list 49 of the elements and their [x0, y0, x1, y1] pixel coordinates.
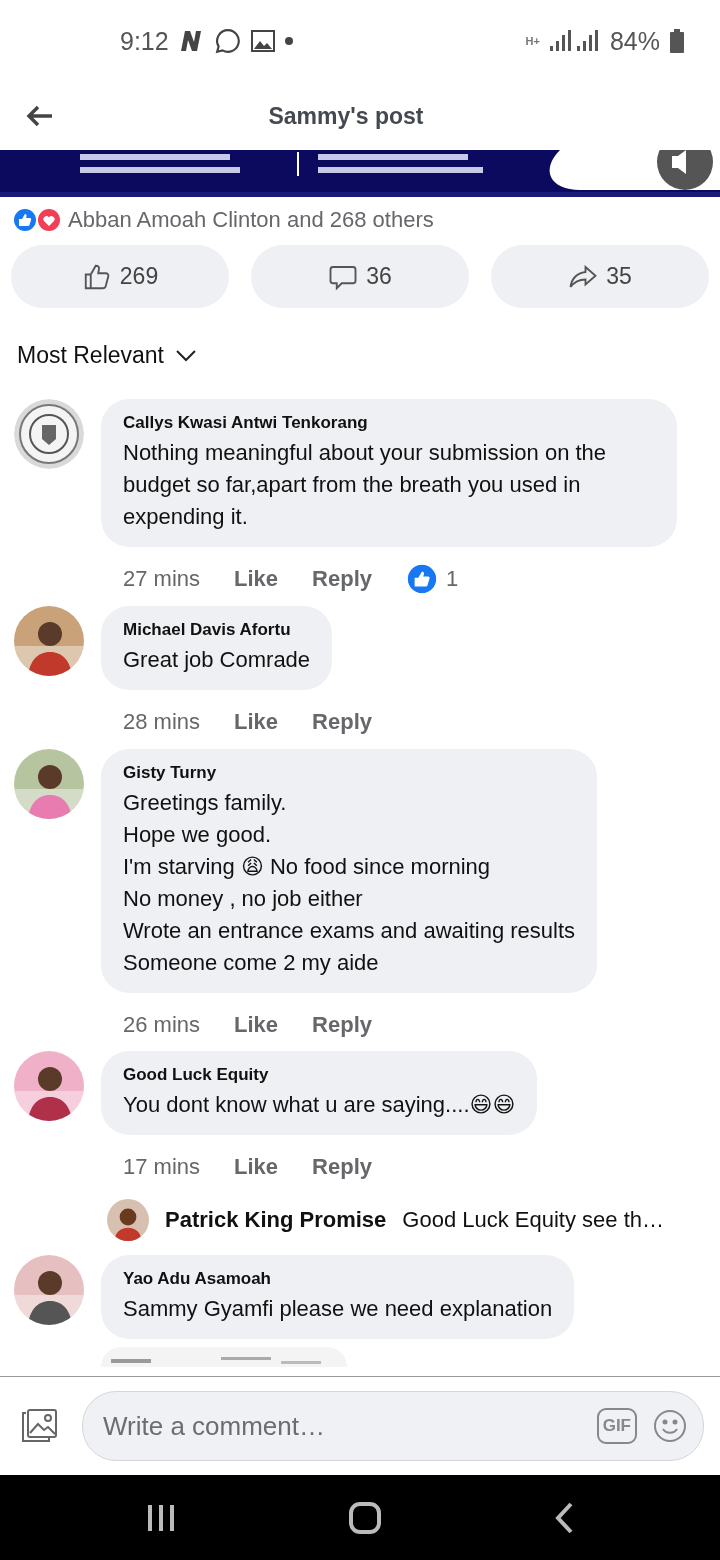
sort-dropdown[interactable]: Most Relevant [17, 342, 196, 369]
like-link[interactable]: Like [234, 708, 279, 735]
comment-text: You dont know what u are saying....😄😄 [123, 1091, 516, 1120]
comment-author[interactable]: Good Luck Equity [123, 1065, 516, 1086]
comment-time: 28 mins [123, 708, 201, 735]
comment-author[interactable]: Yao Adu Asamoah [123, 1269, 553, 1290]
like-link[interactable]: Like [234, 566, 279, 592]
status-time: 9:12 [120, 26, 169, 56]
like-link[interactable]: Like [234, 1154, 279, 1181]
comment-time: 17 mins [123, 1154, 201, 1181]
back-nav-button[interactable] [553, 1501, 574, 1534]
comment-author[interactable]: Callys Kwasi Antwi Tenkorang [123, 413, 655, 433]
chevron-down-icon [176, 349, 196, 362]
battery-icon [670, 29, 684, 53]
home-button[interactable] [349, 1501, 381, 1534]
back-button[interactable] [26, 105, 54, 127]
image-icon [250, 30, 275, 52]
comment-text: Greetings family. Hope we good. I'm starving 😩 No food since morning No money , no job either Wrote an entrance exams and awaiting results Someone come 2 my aide [123, 788, 576, 977]
comment-text: Sammy Gyamfi please we need explanation [123, 1295, 553, 1324]
dot-icon [284, 37, 293, 45]
comment-count-button[interactable]: 36 [251, 245, 469, 308]
like-count-button[interactable]: 269 [11, 245, 229, 308]
reply-author[interactable]: Patrick King Promise [165, 1207, 387, 1234]
comment-author[interactable]: Michael Davis Afortu [123, 619, 311, 640]
signal-icon [549, 30, 600, 52]
reply-text[interactable]: Good Luck Equity see th… [402, 1207, 664, 1234]
heart-reaction-icon [36, 207, 62, 233]
chat-icon [214, 28, 241, 54]
emoji-button[interactable] [653, 1409, 687, 1443]
comment-author[interactable]: Gisty Turny [123, 762, 576, 783]
reply-link[interactable]: Reply [312, 566, 372, 592]
network-type: H+ [525, 35, 540, 47]
reaction-summary[interactable]: Abban Amoah Clinton and 268 others [68, 207, 434, 233]
reply-link[interactable]: Reply [312, 708, 372, 735]
recent-apps-button[interactable] [146, 1502, 177, 1533]
comment-time: 27 mins [123, 566, 201, 592]
like-reaction-icon [12, 207, 38, 233]
comment-time: 26 mins [123, 1011, 201, 1038]
comment-text: Nothing meaningful about your submission on the budget so far,apart from the breath you used in expending it. [123, 439, 608, 531]
like-link[interactable]: Like [234, 1011, 279, 1038]
comment-text: Great job Comrade [123, 645, 311, 674]
reply-link[interactable]: Reply [312, 1011, 372, 1038]
photo-button[interactable] [20, 1409, 58, 1443]
like-count: 1 [446, 566, 459, 592]
like-reaction-icon [406, 563, 438, 595]
reply-link[interactable]: Reply [312, 1154, 372, 1181]
share-count-button[interactable]: 35 [491, 245, 709, 308]
battery-percent: 84% [609, 26, 660, 56]
page-title: Sammy's post [267, 102, 425, 130]
